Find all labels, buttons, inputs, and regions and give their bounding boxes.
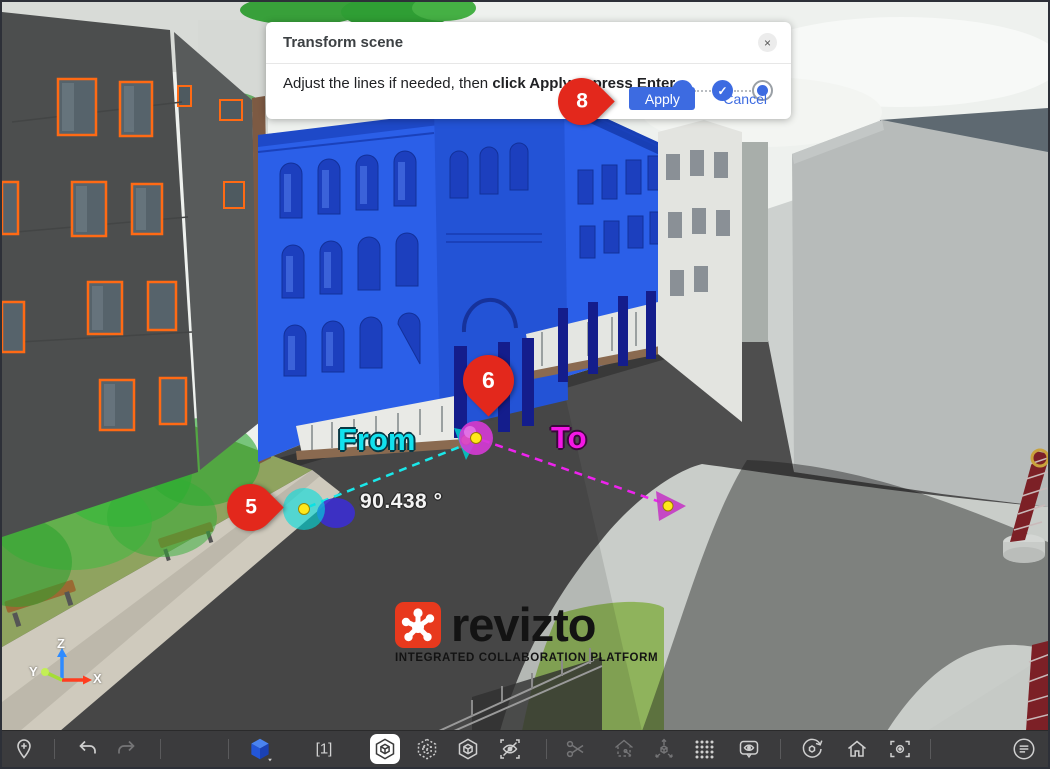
viewpoint-comment-button[interactable] [737, 737, 761, 761]
hide-object-button[interactable] [498, 737, 522, 761]
transform-scene-dialog: Transform scene × Adjust the lines if ne… [266, 22, 791, 119]
redo-icon [114, 737, 138, 761]
cancel-button[interactable]: Cancel [717, 90, 773, 108]
move-object-button [652, 737, 676, 761]
object-mode-selected-button[interactable] [370, 734, 400, 764]
cube-hexagon-icon [456, 737, 480, 761]
3d-view-cube-button[interactable] [247, 736, 273, 762]
selected-tool-highlight [370, 734, 400, 764]
move-cube-icon [652, 737, 676, 761]
dialog-title: Transform scene [283, 34, 403, 51]
notes-icon [1011, 736, 1037, 762]
focus-selection-button[interactable] [888, 737, 912, 761]
redo-button [114, 737, 138, 761]
sheet-count-button[interactable]: [1] [316, 741, 333, 758]
focus-target-icon [888, 737, 912, 761]
scissors-icon [564, 737, 588, 761]
cube-hexagon-icon [373, 737, 397, 761]
undo-button[interactable] [76, 737, 100, 761]
grid-snap-button[interactable] [692, 737, 716, 761]
object-mode-ghost-button[interactable] [415, 737, 439, 761]
add-pin-icon [12, 737, 36, 761]
apply-button[interactable]: Apply [629, 87, 695, 110]
orbit-icon [800, 737, 824, 761]
cut-object-button [564, 737, 588, 761]
bottom-toolbar: [1] [2, 730, 1048, 767]
house-section-icon [612, 737, 636, 761]
revizto-app-window: From To 90.438 ° 5 6 8 revizto INTEGRATE… [0, 0, 1050, 769]
cube-hexagon-dotted-icon [415, 737, 439, 761]
3d-cube-icon [247, 736, 273, 762]
close-icon[interactable]: × [758, 33, 777, 52]
eye-hidden-icon [498, 737, 522, 761]
notes-list-button[interactable] [1011, 736, 1037, 762]
object-mode-solid-button[interactable] [456, 737, 480, 761]
home-icon [845, 737, 869, 761]
grid-icon [692, 737, 716, 761]
undo-icon [76, 737, 100, 761]
orbit-mode-button[interactable] [800, 737, 824, 761]
section-house-button [612, 737, 636, 761]
add-issue-pin-button[interactable] [12, 737, 36, 761]
eye-bubble-icon [737, 737, 761, 761]
home-view-button[interactable] [845, 737, 869, 761]
